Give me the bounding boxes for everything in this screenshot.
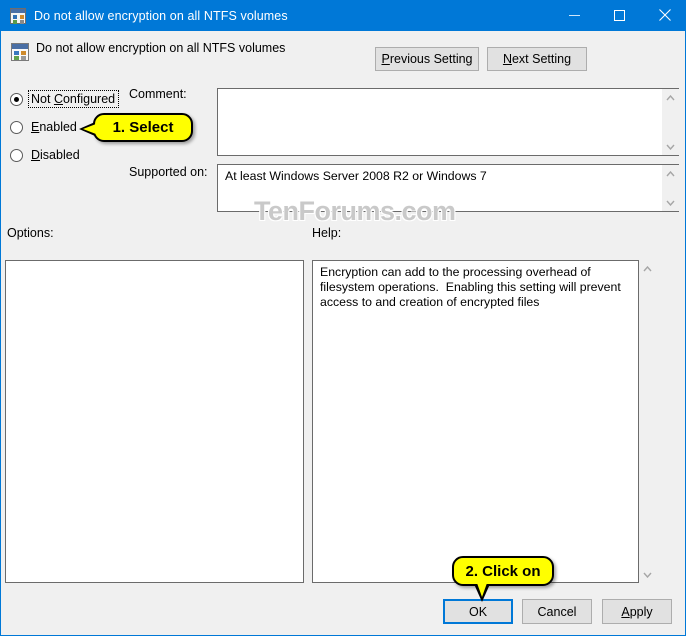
- callout-tail-fill: [477, 583, 487, 597]
- supported-on-textarea[interactable]: At least Windows Server 2008 R2 or Windo…: [217, 164, 679, 212]
- minimize-icon[interactable]: [552, 0, 597, 30]
- maximize-icon[interactable]: [597, 0, 642, 30]
- help-scrollbar[interactable]: [639, 260, 656, 583]
- radio-label-enabled: Enabled: [31, 120, 77, 134]
- setting-icon: [11, 43, 29, 61]
- group-policy-setting-dialog: Do not allow encryption on all NTFS volu…: [0, 0, 686, 636]
- options-label: Options:: [7, 226, 54, 240]
- comment-scrollbar[interactable]: [662, 89, 679, 155]
- previous-setting-button[interactable]: Previous Setting: [375, 47, 479, 71]
- help-label: Help:: [312, 226, 342, 240]
- radio-indicator: [10, 120, 23, 134]
- window-title: Do not allow encryption on all NTFS volu…: [34, 8, 288, 23]
- annotation-text: 1. Select: [112, 119, 174, 136]
- cancel-button[interactable]: Cancel: [522, 599, 592, 624]
- close-icon[interactable]: [642, 0, 685, 30]
- options-panel[interactable]: [5, 260, 304, 583]
- setting-title: Do not allow encryption on all NTFS volu…: [36, 41, 286, 55]
- radio-label-disabled: Disabled: [31, 148, 80, 162]
- supported-on-label: Supported on:: [129, 165, 208, 179]
- chevron-down-icon[interactable]: [662, 194, 679, 211]
- annotation-callout-click: 2. Click on: [452, 556, 554, 602]
- chevron-down-icon[interactable]: [662, 138, 679, 155]
- comment-value: [218, 89, 678, 97]
- ok-button[interactable]: OK: [443, 599, 513, 624]
- comment-textarea[interactable]: [217, 88, 679, 156]
- radio-disabled[interactable]: Disabled: [10, 146, 83, 164]
- radio-indicator: [10, 148, 23, 162]
- title-bar: Do not allow encryption on all NTFS volu…: [1, 0, 685, 31]
- window-controls: [552, 0, 685, 30]
- annotation-callout-select: 1. Select: [79, 113, 193, 142]
- next-setting-button[interactable]: Next Setting: [487, 47, 587, 71]
- supported-on-value: At least Windows Server 2008 R2 or Windo…: [225, 169, 487, 183]
- help-value: Encryption can add to the processing ove…: [320, 265, 625, 309]
- comment-label: Comment:: [129, 87, 187, 101]
- radio-label-not-configured: Not Configured: [27, 90, 120, 108]
- supported-on-scrollbar[interactable]: [662, 165, 679, 211]
- help-panel[interactable]: Encryption can add to the processing ove…: [312, 260, 639, 583]
- callout-tail-fill: [83, 124, 96, 134]
- chevron-down-icon[interactable]: [639, 566, 656, 583]
- chevron-up-icon[interactable]: [662, 89, 679, 106]
- annotation-text: 2. Click on: [465, 562, 541, 580]
- apply-button[interactable]: Apply: [602, 599, 672, 624]
- policy-setting-icon: [10, 7, 26, 24]
- chevron-up-icon[interactable]: [662, 165, 679, 182]
- radio-indicator: [10, 92, 23, 106]
- options-value: [6, 261, 303, 269]
- chevron-up-icon[interactable]: [639, 260, 656, 277]
- radio-enabled[interactable]: Enabled: [10, 118, 80, 136]
- radio-not-configured[interactable]: Not Configured: [10, 90, 120, 108]
